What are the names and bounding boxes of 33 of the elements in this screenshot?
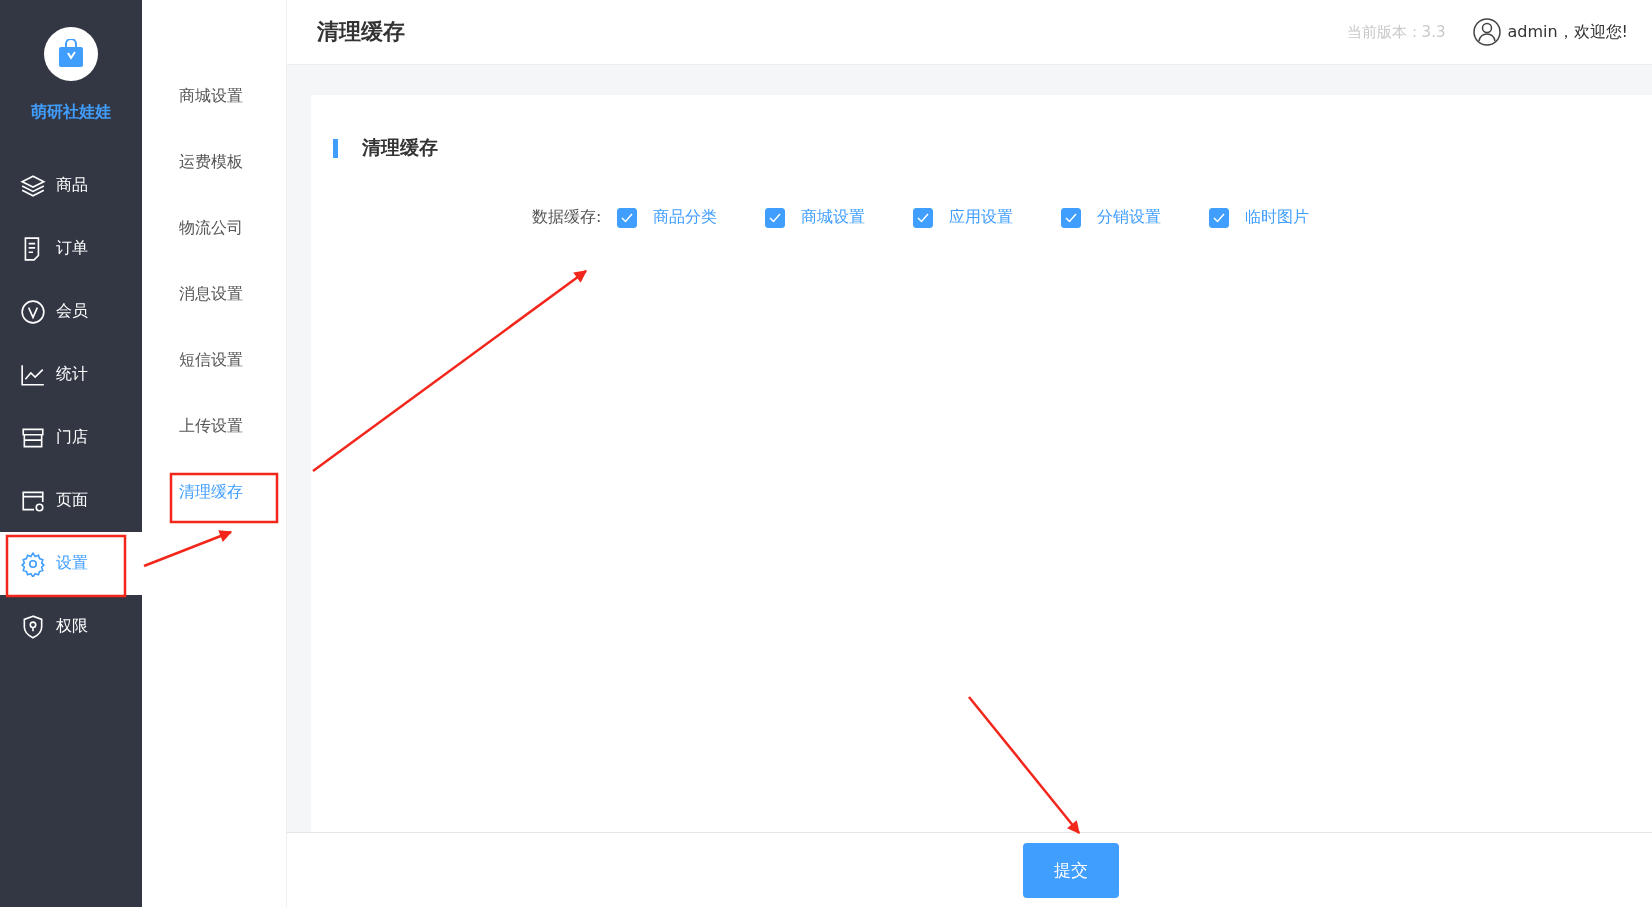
sidebar-item[interactable]: 会员 — [0, 280, 142, 343]
logo-icon — [44, 27, 98, 81]
sidebar-item[interactable]: 门店 — [0, 406, 142, 469]
section-title: 清理缓存 — [362, 135, 438, 160]
welcome-text: admin，欢迎您! — [1507, 21, 1628, 43]
submenu-item[interactable]: 商城设置 — [142, 63, 286, 129]
v-circle-icon — [20, 298, 46, 325]
checkbox[interactable] — [1061, 207, 1082, 228]
checkbox[interactable] — [765, 207, 786, 228]
sidebar-item[interactable]: 订单 — [0, 217, 142, 280]
submenu-item[interactable]: 上传设置 — [142, 393, 286, 459]
submenu-item[interactable]: 短信设置 — [142, 327, 286, 393]
submenu-item[interactable]: 消息设置 — [142, 261, 286, 327]
checkmark-icon — [1213, 212, 1226, 223]
sidebar-item[interactable]: 统计 — [0, 343, 142, 406]
checkmark-icon — [769, 212, 782, 223]
checkbox[interactable] — [1209, 207, 1230, 228]
settings-icon — [20, 550, 46, 577]
sidebar-item[interactable]: 商品 — [0, 154, 142, 217]
page-title: 清理缓存 — [317, 18, 406, 46]
checkmark-icon — [621, 212, 634, 223]
brand-name: 萌研社娃娃 — [31, 102, 111, 123]
field-label: 数据缓存: — [532, 207, 602, 228]
checkmark-icon — [917, 212, 930, 223]
user-icon — [1473, 18, 1502, 46]
submenu-item[interactable]: 物流公司 — [142, 195, 286, 261]
sidebar-item[interactable]: 页面 — [0, 469, 142, 532]
checkbox[interactable] — [617, 207, 638, 228]
checkbox[interactable] — [913, 207, 934, 228]
sidebar-item[interactable]: 权限 — [0, 595, 142, 658]
checkmark-icon — [1065, 212, 1078, 223]
submenu-item[interactable]: 运费模板 — [142, 129, 286, 195]
section-marker — [333, 138, 338, 158]
